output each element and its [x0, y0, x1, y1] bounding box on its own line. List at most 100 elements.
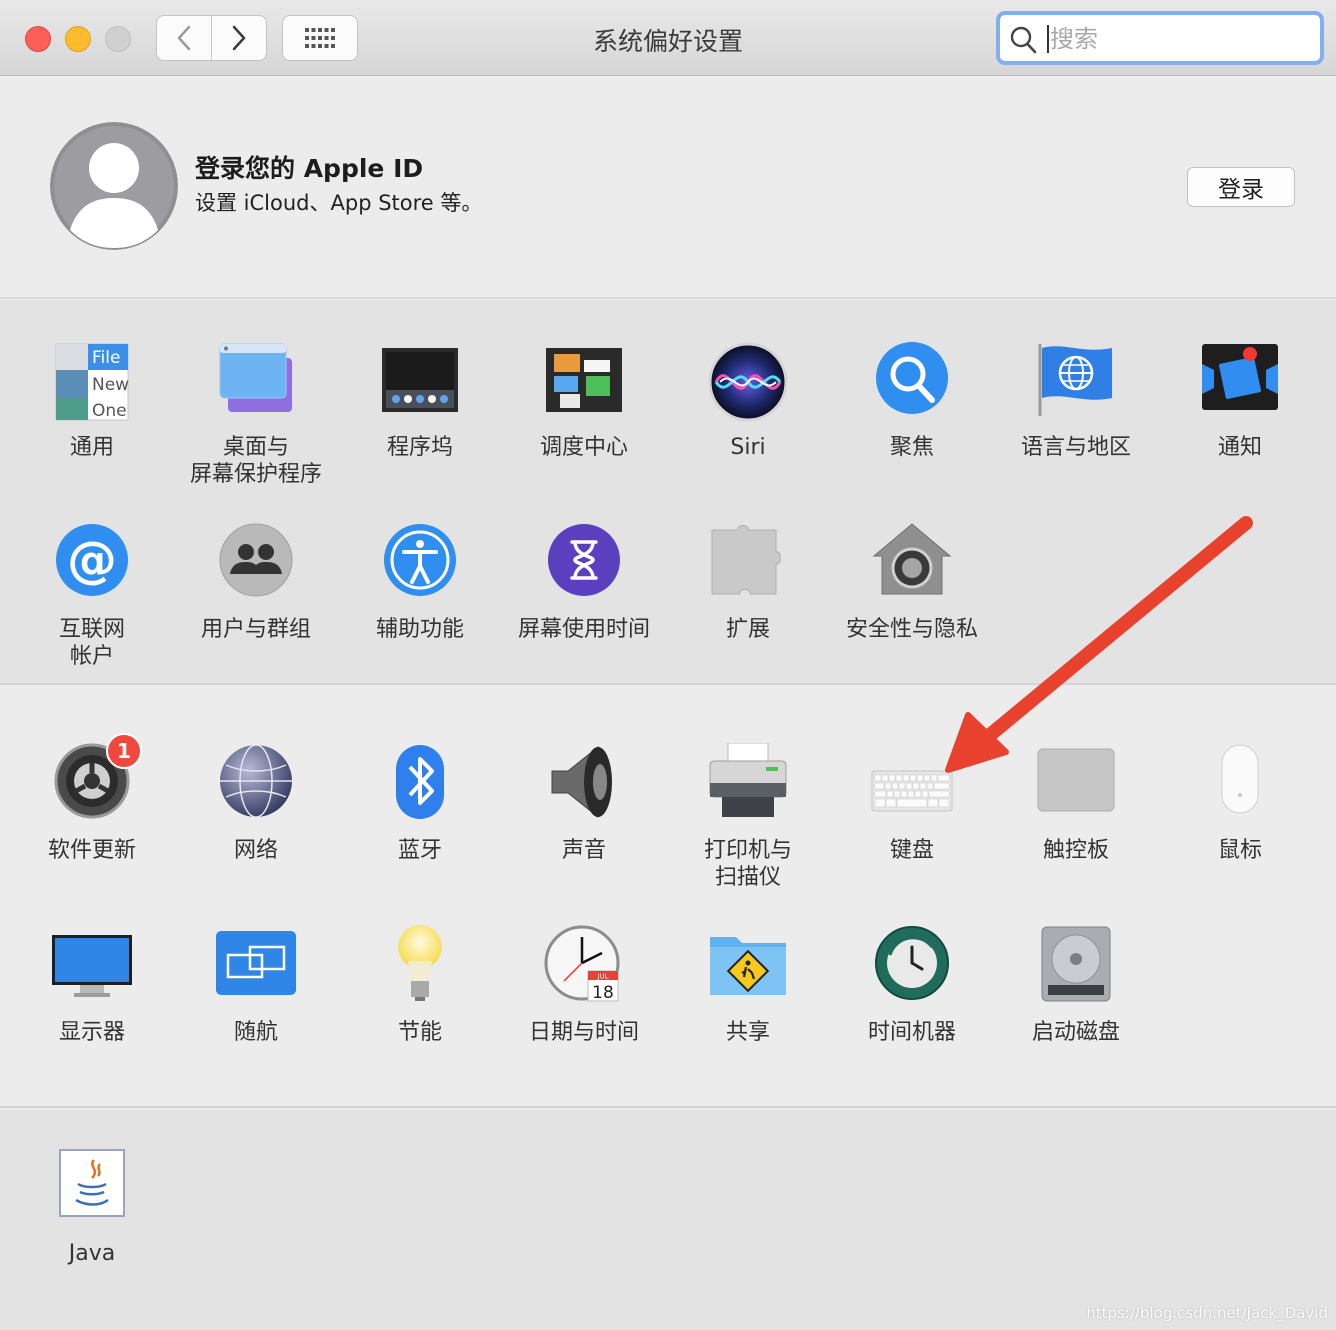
pane-mission-control[interactable]: 调度中心: [502, 340, 666, 461]
date-time-icon: JUL 18: [544, 925, 620, 1003]
users-icon: [219, 523, 293, 597]
apple-id-subtitle: 设置 iCloud、App Store 等。: [195, 191, 483, 215]
bluetooth-icon: [396, 745, 444, 819]
sharing-icon: [710, 937, 786, 995]
avatar[interactable]: [50, 122, 178, 250]
pane-energy-saver[interactable]: 节能: [338, 925, 502, 1046]
pane-label: 语言与地区: [1020, 435, 1131, 460]
pane-label: 软件更新: [47, 838, 136, 863]
pane-spotlight[interactable]: 聚焦: [830, 340, 994, 461]
notifications-icon: [1202, 344, 1278, 410]
title-bar: 系统偏好设置: [0, 0, 1336, 76]
svg-text:One: One: [92, 401, 127, 421]
pane-label: 时间机器: [867, 1020, 956, 1045]
pane-date-time[interactable]: JUL 18 日期与时间: [502, 925, 666, 1046]
pane-displays[interactable]: 显示器: [10, 925, 174, 1046]
mouse-icon: [1221, 744, 1259, 814]
network-icon: [220, 744, 292, 818]
pane-trackpad[interactable]: 触控板: [994, 743, 1158, 864]
pane-label: Siri: [730, 435, 766, 460]
svg-text:18: 18: [592, 983, 614, 1003]
pane-printers-scanners[interactable]: 打印机与 扫描仪: [666, 742, 830, 891]
pane-java[interactable]: Java: [10, 1146, 174, 1267]
pane-bluetooth[interactable]: 蓝牙: [338, 743, 502, 864]
pane-accessibility[interactable]: 辅助功能: [338, 522, 502, 643]
pane-security-privacy[interactable]: 安全性与隐私: [830, 522, 994, 643]
startup-disk-icon: [1041, 926, 1111, 1002]
pane-dock[interactable]: 程序坞: [338, 340, 502, 461]
pane-internet-accounts[interactable]: @ 互联网 帐户: [10, 522, 174, 670]
pane-notifications[interactable]: 通知: [1158, 340, 1322, 461]
keyboard-icon: [871, 770, 953, 812]
pane-sound[interactable]: 声音: [502, 743, 666, 864]
svg-text:New: New: [92, 375, 129, 395]
pane-siri[interactable]: Siri: [666, 340, 830, 461]
navigation-buttons: [156, 15, 267, 61]
printer-icon: [709, 742, 787, 817]
pane-label: 辅助功能: [375, 617, 464, 642]
minimize-window-button[interactable]: [65, 26, 91, 52]
language-icon: [1038, 344, 1112, 416]
pane-startup-disk[interactable]: 启动磁盘: [994, 925, 1158, 1046]
other-preferences-section: Java: [0, 1110, 1336, 1330]
update-count-badge: 1: [106, 733, 142, 769]
search-input[interactable]: [1050, 21, 1310, 57]
pane-label: 显示器: [58, 1020, 125, 1045]
pane-label: 屏幕使用时间: [517, 617, 650, 642]
pane-label: 程序坞: [386, 435, 453, 460]
hardware-preferences-section: 1 软件更新 网络 蓝牙 声音 打印机与 扫描仪 键盘 触控板 鼠标 显示器 随…: [0, 687, 1336, 1108]
back-button[interactable]: [157, 16, 211, 60]
chevron-left-icon: [177, 25, 191, 51]
pane-label: 声音: [561, 838, 606, 863]
pane-label: 鼠标: [1217, 838, 1262, 863]
pane-keyboard[interactable]: 键盘: [830, 743, 994, 864]
watermark: https://blog.csdn.net/Jack_David: [1086, 1304, 1328, 1322]
pane-network[interactable]: 网络: [174, 743, 338, 864]
pane-label: 共享: [725, 1020, 770, 1045]
dock-icon: [382, 348, 458, 412]
pane-label: 通知: [1217, 435, 1262, 460]
apple-id-title[interactable]: 登录您的 Apple ID: [195, 149, 423, 185]
text-cursor: [1047, 25, 1049, 53]
pane-label: 触控板: [1042, 838, 1109, 863]
apple-id-section: 登录您的 Apple ID 设置 iCloud、App Store 等。 登录: [0, 77, 1336, 299]
pane-label: 用户与群组: [200, 617, 311, 642]
pane-label: 调度中心: [539, 435, 628, 460]
pane-language-region[interactable]: 语言与地区: [994, 340, 1158, 461]
pane-screen-time[interactable]: 屏幕使用时间: [502, 522, 666, 643]
pane-time-machine[interactable]: 时间机器: [830, 925, 994, 1046]
login-button[interactable]: 登录: [1187, 167, 1295, 207]
energy-icon: [398, 925, 442, 1001]
general-icon: File New One: [55, 343, 129, 421]
pane-general[interactable]: File New One 通用: [10, 340, 174, 461]
pane-sidecar[interactable]: 随航: [174, 925, 338, 1046]
sidecar-icon: [216, 931, 296, 995]
display-icon: [52, 935, 132, 997]
pane-label: 聚焦: [889, 435, 934, 460]
pane-sharing[interactable]: 共享: [666, 925, 830, 1046]
search-field[interactable]: [996, 11, 1324, 65]
svg-text:@: @: [67, 531, 117, 589]
chevron-right-icon: [232, 25, 246, 51]
pane-users-groups[interactable]: 用户与群组: [174, 522, 338, 643]
sound-icon: [551, 745, 612, 819]
show-all-button[interactable]: [282, 15, 358, 61]
desktop-icon: [219, 343, 292, 412]
pane-label: 安全性与隐私: [845, 617, 978, 642]
close-window-button[interactable]: [25, 26, 51, 52]
java-icon: [59, 1149, 125, 1217]
forward-button[interactable]: [211, 16, 266, 60]
pane-label: 随航: [233, 1020, 278, 1045]
grid-icon: [305, 28, 335, 48]
pane-label: 蓝牙: [397, 838, 442, 863]
screen-time-icon: [548, 524, 620, 596]
pane-mouse[interactable]: 鼠标: [1158, 743, 1322, 864]
personal-preferences-section: File New One 通用 桌面与 屏幕保护程序 程序坞 调度中心 Siri…: [0, 300, 1336, 685]
pane-label: Java: [68, 1241, 116, 1266]
pane-label: 节能: [397, 1020, 442, 1045]
pane-desktop-screensaver[interactable]: 桌面与 屏幕保护程序: [174, 340, 338, 488]
zoom-window-button[interactable]: [105, 26, 131, 52]
security-icon: [872, 523, 952, 595]
pane-software-update[interactable]: 1 软件更新: [10, 733, 174, 864]
pane-extensions[interactable]: 扩展: [666, 522, 830, 643]
